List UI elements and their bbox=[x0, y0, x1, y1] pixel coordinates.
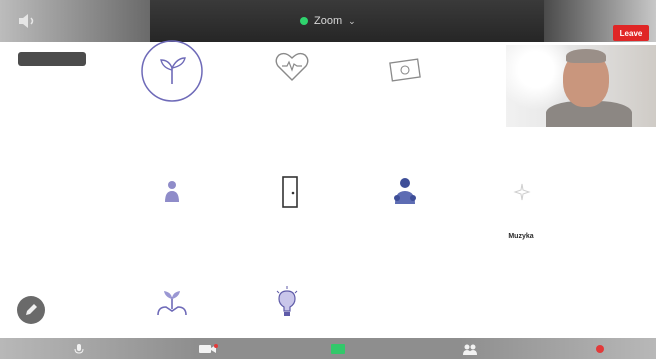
meeting-toolbar bbox=[0, 338, 656, 359]
grid-item-heart[interactable] bbox=[270, 44, 314, 88]
connection-status-icon bbox=[300, 17, 308, 25]
grid-item-lightbulb[interactable] bbox=[274, 285, 300, 319]
presenter-video[interactable] bbox=[506, 45, 656, 127]
pencil-icon bbox=[26, 304, 37, 315]
group-icon bbox=[394, 178, 416, 204]
video-button[interactable] bbox=[198, 338, 218, 359]
grid-item-sprout[interactable] bbox=[138, 38, 206, 104]
reactions-button[interactable] bbox=[596, 338, 604, 359]
annotate-button[interactable] bbox=[17, 296, 45, 324]
meeting-title: Zoom bbox=[314, 15, 343, 27]
meeting-title-menu[interactable]: Zoom ⌄ bbox=[300, 13, 356, 29]
grid-item-group[interactable] bbox=[391, 176, 419, 206]
heart-icon bbox=[275, 52, 309, 81]
chevron-down-icon: ⌄ bbox=[348, 15, 356, 26]
screen-share-icon bbox=[331, 343, 345, 354]
leave-button[interactable]: Leave bbox=[613, 25, 649, 41]
money-bill-icon bbox=[389, 58, 421, 82]
grid-caption: Muzyka bbox=[508, 233, 534, 240]
sparkle-icon bbox=[513, 183, 531, 201]
plant-hands-icon bbox=[157, 291, 187, 316]
share-status-indicator[interactable] bbox=[331, 338, 345, 359]
meeting-top-bar: Zoom ⌄ Leave bbox=[0, 0, 656, 42]
grid-item-person[interactable] bbox=[160, 177, 184, 205]
speaker-icon[interactable] bbox=[16, 10, 38, 32]
grid-item-plant-hands[interactable] bbox=[152, 286, 192, 320]
view-toggle[interactable] bbox=[18, 52, 86, 66]
grid-item-door[interactable] bbox=[279, 174, 301, 210]
person-icon bbox=[165, 181, 179, 202]
door-icon bbox=[282, 176, 298, 208]
participants-button[interactable] bbox=[462, 338, 478, 359]
microphone-icon bbox=[74, 343, 84, 354]
video-camera-icon bbox=[199, 343, 218, 353]
participants-icon bbox=[463, 344, 477, 355]
grid-item-money[interactable] bbox=[385, 52, 425, 88]
mute-button[interactable] bbox=[74, 338, 84, 359]
lightbulb-icon bbox=[276, 286, 298, 316]
notification-badge-icon bbox=[596, 344, 604, 353]
sprout-icon bbox=[141, 40, 203, 102]
grid-item-sparkle[interactable] bbox=[510, 180, 534, 204]
